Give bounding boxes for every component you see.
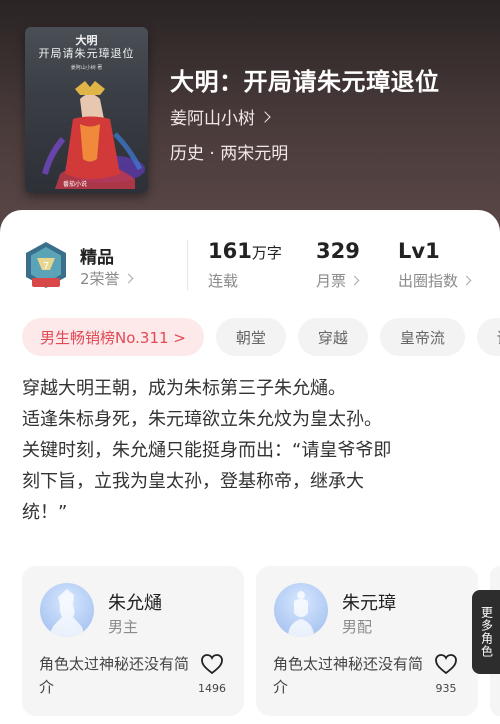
level-value: Lv1 — [398, 239, 440, 263]
role-card[interactable]: 朱允熥 男主 角色太过神秘还没有简介 1496 — [22, 566, 244, 716]
role-name: 朱允熥 — [108, 593, 162, 614]
tag-item[interactable]: 穿越 — [297, 318, 368, 356]
svg-text:7: 7 — [43, 261, 49, 272]
role-avatar — [40, 583, 94, 637]
quality-medal-icon: 7 — [26, 242, 66, 288]
role-avatar — [274, 583, 328, 637]
heart-icon[interactable] — [434, 653, 458, 675]
rank-tag[interactable]: 男生畅销榜No.311 > — [22, 318, 204, 356]
chevron-right-icon — [123, 273, 133, 284]
monthly-tickets-link[interactable]: 月票 — [316, 270, 360, 291]
quality-label: 精品 — [80, 248, 114, 268]
synopsis-line: 刻下旨，立我为皇太孙，登基称帝，继承大 — [22, 471, 364, 492]
author-name: 姜阿山小树 — [170, 109, 255, 129]
synopsis-line: 关键时刻，朱允熥只能挺身而出：“请皇爷爷即 — [22, 440, 392, 461]
tag-item[interactable]: 朝堂 — [215, 318, 286, 356]
role-type: 男配 — [342, 618, 373, 636]
cover-illustration — [42, 81, 145, 189]
cover-subtitle: 开局请朱元璋退位 — [38, 47, 135, 60]
more-roles-label: 更多角色 — [479, 606, 494, 658]
synopsis-line: 统！” — [22, 502, 68, 523]
honors-link[interactable]: 2荣誉 — [80, 268, 133, 289]
chevron-right-icon — [461, 275, 472, 286]
role-description: 角色太过神秘还没有简介 — [39, 655, 190, 696]
level-link[interactable]: 出圈指数 — [398, 270, 472, 291]
genre-label: 历史 · 两宋元明 — [170, 144, 289, 164]
book-cover[interactable]: 大明 开局请朱元璋退位 姜阿山小树 著 番茄小说 — [25, 27, 148, 193]
role-likes: 1496 — [198, 682, 226, 695]
stats-divider — [187, 240, 188, 290]
silhouette-icon — [50, 589, 84, 637]
chevron-right-icon — [259, 110, 271, 123]
more-roles-button[interactable]: 更多角色 — [472, 590, 500, 674]
synopsis-line: 适逢朱标身死，朱元璋欲立朱允炆为皇太孙。 — [22, 409, 382, 430]
author-link[interactable]: 姜阿山小树 — [170, 104, 271, 129]
role-card[interactable]: 朱元璋 男配 角色太过神秘还没有简介 935 — [256, 566, 478, 716]
role-likes: 935 — [435, 682, 457, 695]
cover-badge: 番茄小说 — [63, 181, 88, 188]
word-count: 161万字 — [208, 239, 282, 263]
tag-item[interactable]: 谋 — [476, 318, 500, 356]
monthly-tickets-value: 329 — [316, 239, 360, 263]
role-type: 男主 — [108, 618, 139, 636]
role-description: 角色太过神秘还没有简介 — [273, 655, 424, 696]
role-name: 朱元璋 — [342, 593, 396, 614]
level-label: 出圈指数 — [398, 272, 459, 290]
silhouette-icon — [288, 591, 314, 637]
monthly-tickets-label: 月票 — [316, 272, 347, 290]
book-synopsis[interactable]: 穿越大明王朝，成为朱标第三子朱允熥。 适逢朱标身死，朱元璋欲立朱允炆为皇太孙。 … — [22, 373, 482, 528]
tag-item[interactable]: 皇帝流 — [379, 318, 465, 356]
cover-author: 姜阿山小树 著 — [70, 65, 103, 71]
chevron-right-icon — [349, 275, 360, 286]
word-count-unit: 万字 — [251, 244, 282, 262]
book-title: 大明：开局请朱元璋退位 — [170, 68, 440, 96]
serial-status: 连载 — [208, 272, 239, 290]
honors-count: 2荣誉 — [80, 270, 120, 288]
heart-icon[interactable] — [200, 653, 224, 675]
synopsis-line: 穿越大明王朝，成为朱标第三子朱允熥。 — [22, 378, 346, 399]
tag-row: 男生畅销榜No.311 > 朝堂 穿越 皇帝流 谋 — [22, 318, 500, 358]
word-count-value: 161 — [208, 239, 252, 263]
